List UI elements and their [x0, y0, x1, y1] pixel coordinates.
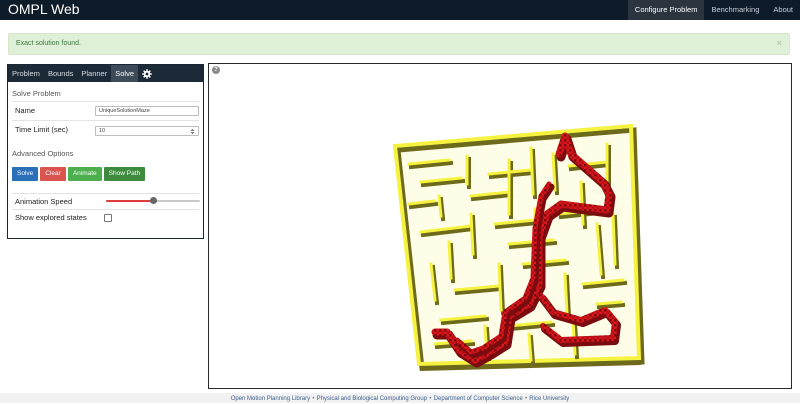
- footer-separator: •: [312, 396, 315, 402]
- tab-problem[interactable]: Problem: [8, 65, 44, 82]
- footer-link-group[interactable]: Physical and Biological Computing Group: [317, 396, 427, 402]
- footer-link-ompl[interactable]: Open Motion Planning Library: [231, 396, 310, 402]
- clear-button[interactable]: Clear: [40, 167, 66, 181]
- slider-thumb[interactable]: [149, 197, 157, 204]
- footer-separator: •: [524, 396, 528, 402]
- nav-benchmarking[interactable]: Benchmarking: [704, 0, 766, 20]
- explored-states-label: Show explored states: [15, 213, 87, 222]
- tab-solve[interactable]: Solve: [111, 65, 138, 82]
- slider-fill: [106, 200, 153, 202]
- gear-icon[interactable]: [140, 65, 154, 82]
- maze-scene: [392, 123, 645, 371]
- app-brand[interactable]: OMPL Web: [8, 0, 80, 19]
- panel-tabs: Problem Bounds Planner Solve: [8, 65, 203, 82]
- advanced-options-title: Advanced Options: [12, 149, 74, 158]
- explored-states-checkbox[interactable]: [104, 214, 112, 222]
- alert-message: Exact solution found.: [16, 40, 81, 47]
- footer-link-department[interactable]: Department of Computer Science: [434, 396, 523, 402]
- solve-button[interactable]: Solve: [12, 167, 39, 181]
- name-input[interactable]: UniqueSolutionMaze: [95, 106, 199, 116]
- show-path-button[interactable]: Show Path: [103, 167, 146, 181]
- section-title: Solve Problem: [12, 89, 61, 98]
- name-label: Name: [15, 106, 36, 115]
- footer: Open Motion Planning Library • Physical …: [0, 393, 800, 403]
- time-limit-input[interactable]: 10: [95, 126, 199, 136]
- time-limit-label: Time Limit (sec): [15, 125, 69, 134]
- nav-configure-problem[interactable]: Configure Problem: [627, 0, 705, 20]
- footer-separator: •: [429, 396, 432, 402]
- animation-speed-row: Animation Speed: [12, 193, 200, 209]
- animation-speed-slider[interactable]: [106, 197, 200, 204]
- close-icon[interactable]: ×: [777, 38, 782, 48]
- action-buttons: Solve Clear Animate Show Path: [12, 167, 146, 181]
- footer-link-rice[interactable]: Rice University: [529, 396, 569, 402]
- solve-panel: Problem Bounds Planner Solve Solve Probl…: [7, 64, 204, 239]
- success-alert: Exact solution found. ×: [8, 33, 790, 55]
- name-row: Name UniqueSolutionMaze: [12, 101, 199, 119]
- scene-viewport[interactable]: ?: [208, 63, 792, 389]
- tab-bounds[interactable]: Bounds: [44, 65, 77, 82]
- time-limit-value: 10: [99, 128, 106, 134]
- tab-planner[interactable]: Planner: [77, 65, 111, 82]
- nav-about[interactable]: About: [766, 0, 800, 20]
- top-navbar: OMPL Web Configure Problem Benchmarking …: [0, 0, 800, 20]
- time-limit-row: Time Limit (sec) 10: [12, 120, 199, 138]
- animation-speed-label: Animation Speed: [15, 197, 73, 206]
- explored-states-row: Show explored states: [12, 209, 199, 225]
- animate-button[interactable]: Animate: [67, 167, 102, 181]
- stepper-icon[interactable]: [190, 128, 195, 135]
- nav-links: Configure Problem Benchmarking About: [627, 0, 800, 20]
